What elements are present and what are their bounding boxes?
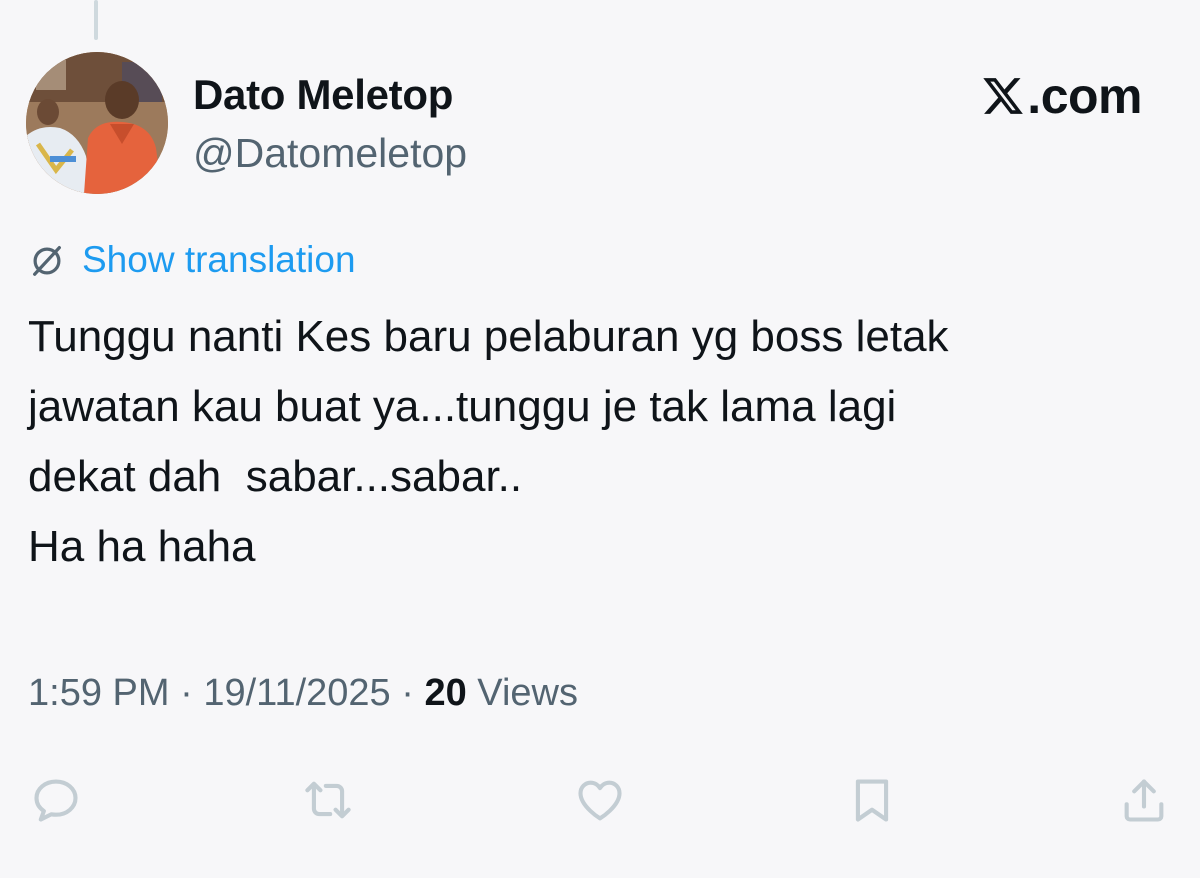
author-display-name[interactable]: Dato Meletop: [193, 70, 453, 120]
tweet-date[interactable]: 19/11/2025: [203, 672, 390, 714]
tweet-text-line: Ha ha haha: [28, 522, 256, 571]
author-handle[interactable]: @Datomeletop: [193, 128, 467, 178]
bookmark-button[interactable]: [840, 768, 904, 832]
tweet-text: Tunggu nanti Kes baru pelaburan yg boss …: [28, 302, 1178, 582]
action-bar: [0, 768, 1200, 832]
globe-slash-icon: [33, 246, 61, 276]
thread-connector-line: [94, 0, 98, 40]
brand-watermark: .com: [981, 68, 1142, 124]
views-count[interactable]: 20: [424, 672, 466, 714]
x-logo-icon: [983, 78, 1024, 114]
heart-icon: [578, 780, 622, 821]
reply-icon: [34, 779, 78, 822]
retweet-button[interactable]: [296, 768, 360, 832]
brand-domain: .com: [1027, 68, 1142, 124]
share-button[interactable]: [1112, 768, 1176, 832]
author-avatar[interactable]: [26, 52, 168, 194]
meta-separator: ·: [169, 672, 204, 714]
show-translation-label: Show translation: [82, 239, 356, 280]
show-translation-link[interactable]: Show translation: [28, 236, 356, 284]
tweet-metadata: 1:59 PM · 19/11/2025 · 20 Views: [28, 668, 578, 718]
tweet-text-line: dekat dah sabar...sabar..: [28, 452, 523, 501]
profile-photo: [26, 52, 168, 194]
bookmark-icon: [855, 779, 889, 822]
retweet-icon: [305, 781, 351, 819]
views-label: Views: [466, 672, 578, 714]
meta-separator: ·: [390, 672, 425, 714]
tweet-text-line: jawatan kau buat ya...tunggu je tak lama…: [28, 382, 897, 431]
tweet-text-line: Tunggu nanti Kes baru pelaburan yg boss …: [28, 312, 949, 361]
share-icon: [1124, 779, 1164, 822]
reply-button[interactable]: [24, 768, 88, 832]
tweet-time[interactable]: 1:59 PM: [28, 672, 170, 714]
like-button[interactable]: [568, 768, 632, 832]
